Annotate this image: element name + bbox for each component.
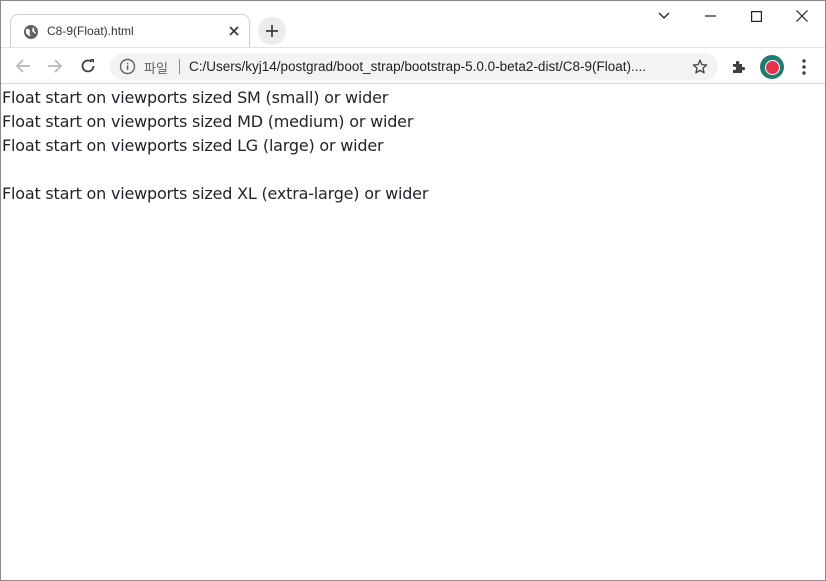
forward-button[interactable] <box>41 52 69 80</box>
profile-avatar[interactable] <box>760 55 784 79</box>
chevron-down-icon <box>658 12 670 19</box>
tab-active[interactable]: C8-9(Float).html <box>10 14 250 48</box>
close-window-button[interactable] <box>779 5 825 27</box>
avatar-icon <box>764 59 780 75</box>
site-info-label[interactable]: 파일 <box>144 58 168 77</box>
address-bar[interactable]: 파일 C:/Users/kyj14/postgrad/boot_strap/bo… <box>110 53 718 80</box>
info-icon[interactable] <box>119 58 136 75</box>
tab-title: C8-9(Float).html <box>47 24 134 38</box>
browser-window: C8-9(Float).html 파일 C:/Users/kyj14/postg… <box>0 0 826 581</box>
kebab-menu-icon <box>802 59 806 75</box>
extensions-button[interactable] <box>728 56 750 78</box>
float-text-lg: Float start on viewports sized LG (large… <box>2 136 384 155</box>
back-button[interactable] <box>9 52 37 80</box>
float-text-xl: Float start on viewports sized XL (extra… <box>2 184 429 203</box>
new-tab-button[interactable] <box>258 17 286 45</box>
arrow-right-icon <box>48 59 63 73</box>
float-text-sm: Float start on viewports sized SM (small… <box>2 88 389 107</box>
tab-strip: C8-9(Float).html <box>1 1 825 48</box>
tab-close-icon[interactable] <box>225 22 243 40</box>
arrow-left-icon <box>15 59 30 73</box>
reload-icon <box>81 59 95 73</box>
globe-icon <box>23 24 39 40</box>
menu-button[interactable] <box>794 56 814 78</box>
url-text[interactable]: C:/Users/kyj14/postgrad/boot_strap/boots… <box>189 59 646 74</box>
plus-icon <box>266 25 278 37</box>
page-viewport: Float start on viewports sized SM (small… <box>1 85 825 580</box>
minimize-button[interactable] <box>687 5 733 27</box>
close-icon <box>796 10 808 22</box>
maximize-button[interactable] <box>733 5 779 27</box>
maximize-icon <box>750 10 762 22</box>
puzzle-icon <box>733 60 746 73</box>
minimize-icon <box>704 15 716 17</box>
float-text-md: Float start on viewports sized MD (mediu… <box>2 112 414 131</box>
bookmark-star-icon[interactable] <box>690 57 710 77</box>
tab-search-button[interactable] <box>641 5 687 27</box>
toolbar: 파일 C:/Users/kyj14/postgrad/boot_strap/bo… <box>1 47 825 84</box>
omnibox-divider <box>179 59 180 74</box>
reload-button[interactable] <box>74 52 102 80</box>
